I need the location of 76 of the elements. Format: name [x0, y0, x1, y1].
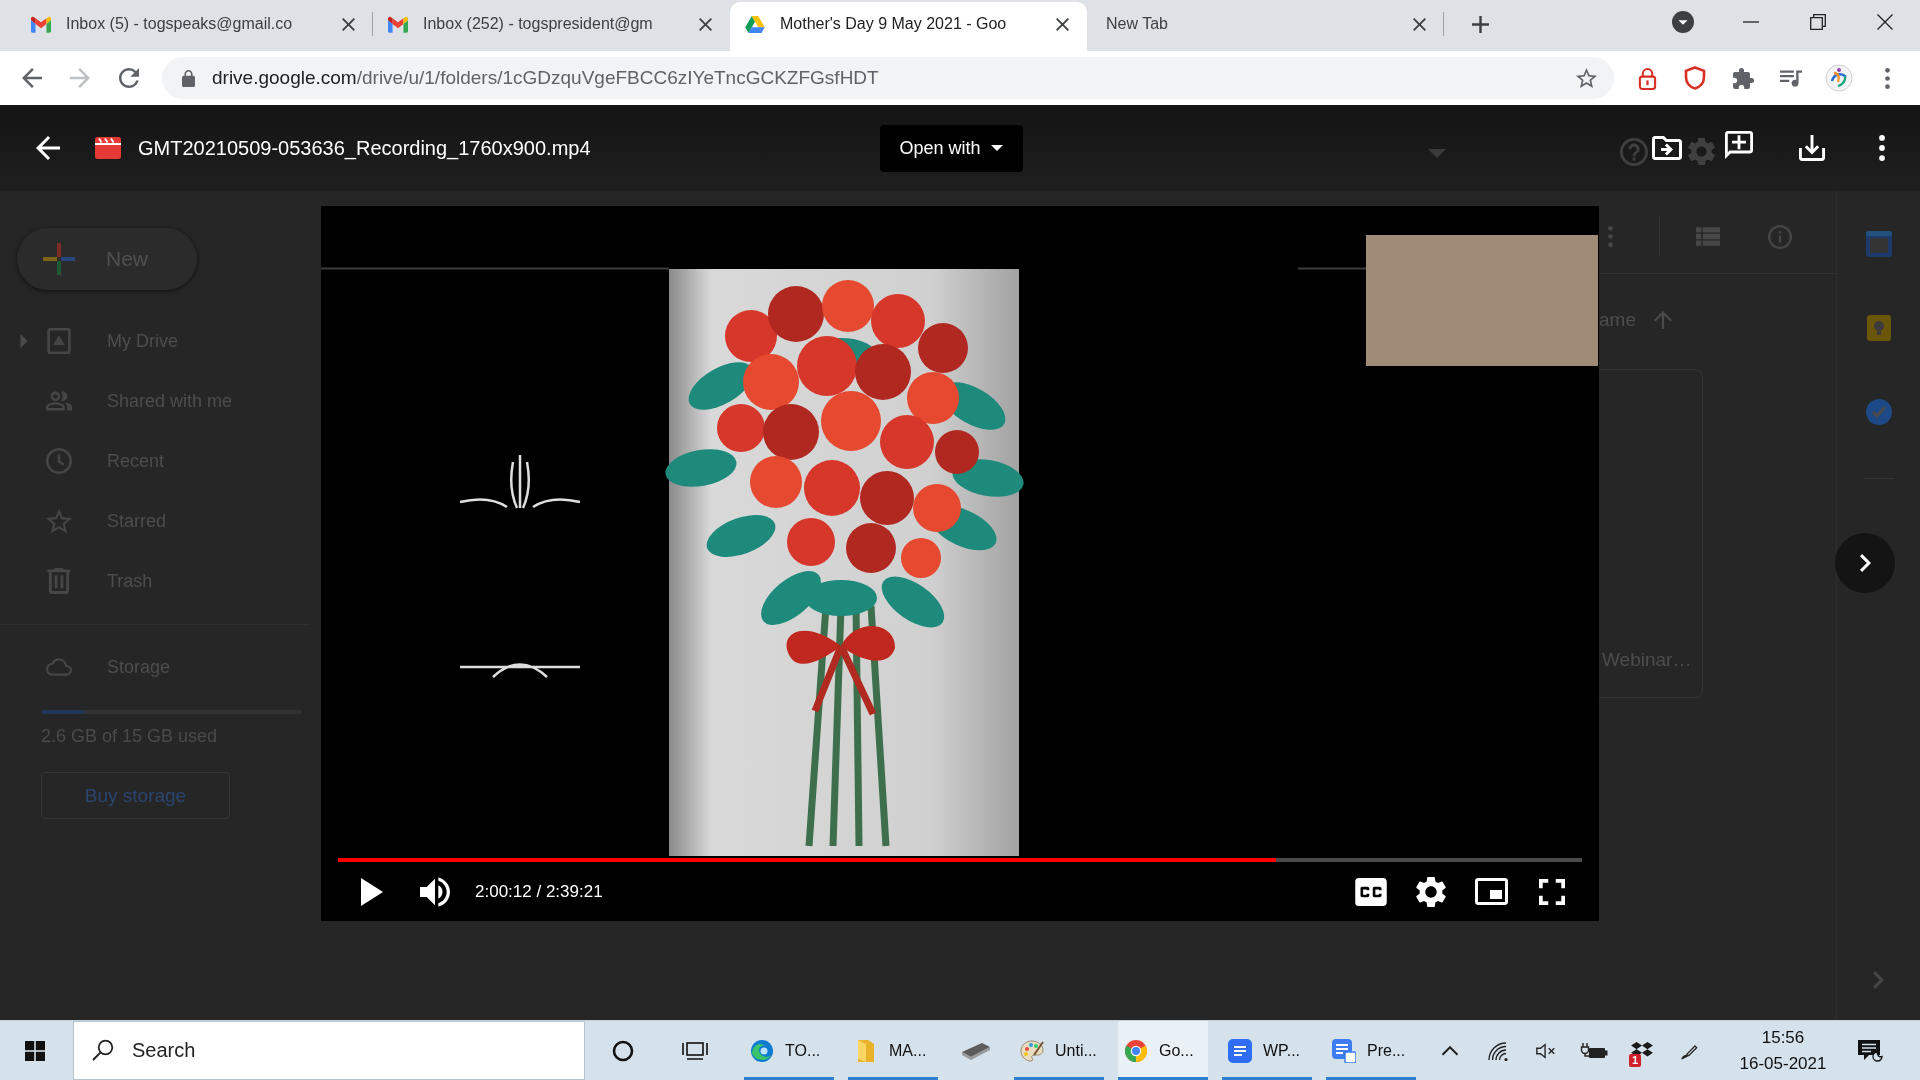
more-icon[interactable] [1879, 135, 1885, 161]
search-icon [92, 1039, 114, 1061]
close-icon[interactable] [1056, 17, 1069, 31]
chevron-right-icon [1859, 554, 1871, 572]
clapperboard-icon [95, 137, 121, 159]
lock-icon[interactable] [182, 69, 195, 87]
start-icon[interactable] [25, 1040, 45, 1061]
browser-tab[interactable]: Inbox (5) - togspeaks@gmail.co [16, 2, 373, 51]
caret-up-icon[interactable] [1441, 1045, 1459, 1056]
trash-icon [46, 568, 72, 594]
settings-icon[interactable] [1416, 876, 1446, 907]
document-icon [1332, 1038, 1356, 1063]
browser-tab[interactable]: Mother's Day 9 May 2021 - Goo [730, 2, 1087, 51]
shield-icon[interactable] [1684, 66, 1706, 90]
taskbar-app[interactable]: Unti... [1014, 1021, 1104, 1080]
taskbar-app[interactable]: WP... [1222, 1021, 1312, 1080]
address-bar[interactable]: drive.google.com/drive/u/1/folders/1cGDzquVgeFBCC6zIYeTncGCKZFGsfHDT [162, 57, 1614, 99]
play-icon[interactable] [361, 877, 383, 906]
mail-icon [31, 15, 51, 33]
back-arrow-icon[interactable] [22, 68, 42, 88]
close-icon[interactable] [1413, 17, 1426, 31]
clock-date[interactable]: 16-05-2021 [1739, 1050, 1827, 1077]
taskbar-app[interactable]: MA... [848, 1021, 938, 1080]
ring-icon[interactable] [612, 1039, 634, 1062]
time-display: 2:00:12 / 2:39:21 [475, 881, 603, 902]
comment-plus-icon[interactable] [1725, 131, 1753, 159]
star-icon[interactable] [1576, 68, 1597, 88]
progress-track[interactable] [338, 858, 1582, 862]
restore-icon[interactable] [1810, 13, 1826, 30]
mail-icon [388, 15, 408, 33]
puzzle-icon[interactable] [1732, 67, 1754, 89]
triangle-logo-icon [745, 15, 765, 33]
padlock-icon[interactable] [1637, 66, 1657, 90]
box-triangle-icon [46, 328, 72, 354]
notification-icon[interactable] [1857, 1038, 1883, 1063]
clock-time[interactable]: 15:56 [1761, 1024, 1805, 1051]
close-icon[interactable] [1877, 13, 1893, 30]
search-field[interactable]: Search [73, 1021, 585, 1080]
task-view-icon[interactable] [682, 1039, 708, 1062]
captions-icon[interactable] [1355, 877, 1387, 906]
tile-logo-icon [1228, 1038, 1252, 1063]
download-icon[interactable] [1799, 135, 1825, 161]
clock-icon [46, 448, 72, 474]
plus-icon [41, 241, 77, 277]
more-icon[interactable] [1884, 67, 1890, 89]
caret-circle-icon[interactable] [1672, 10, 1694, 33]
battery-icon[interactable] [1580, 1041, 1608, 1060]
palette-icon [1020, 1038, 1044, 1063]
volume-icon[interactable] [420, 876, 450, 907]
taskbar-app[interactable]: TO... [744, 1021, 834, 1080]
check-circle-icon[interactable] [1864, 398, 1893, 426]
profile-icon[interactable] [1825, 64, 1853, 92]
count-badge: 1 [1629, 1053, 1642, 1067]
plus-icon[interactable] [1472, 16, 1489, 33]
miniplayer-icon[interactable] [1475, 878, 1508, 905]
playlist-icon[interactable] [1780, 69, 1802, 87]
round-logo-icon [1124, 1038, 1148, 1063]
wifi-icon[interactable] [1487, 1040, 1509, 1061]
browser-tab[interactable]: New Tab [1087, 2, 1444, 51]
taskbar-app[interactable]: Go... [1118, 1021, 1208, 1080]
browser-tab[interactable]: Inbox (252) - togspresident@gm [373, 2, 730, 51]
speaker-mute-icon[interactable] [1535, 1040, 1557, 1061]
open-with-button[interactable]: Open with [879, 124, 1023, 172]
scanner-icon [961, 1040, 991, 1061]
taskbar-app[interactable]: Pre... [1326, 1021, 1416, 1080]
caret-down-icon [990, 145, 1003, 151]
reload-icon[interactable] [119, 68, 139, 88]
file-title: GMT20210509-053636_Recording_1760x900.mp4 [138, 136, 591, 160]
minimize-icon[interactable] [1743, 20, 1759, 23]
swirl-logo-icon [750, 1038, 774, 1063]
star-icon [46, 508, 72, 534]
close-icon[interactable] [342, 17, 355, 31]
close-icon[interactable] [699, 17, 712, 31]
fullscreen-icon[interactable] [1539, 878, 1565, 905]
folder-arrow-icon[interactable] [1652, 136, 1682, 160]
back-arrow-icon[interactable] [36, 136, 60, 160]
